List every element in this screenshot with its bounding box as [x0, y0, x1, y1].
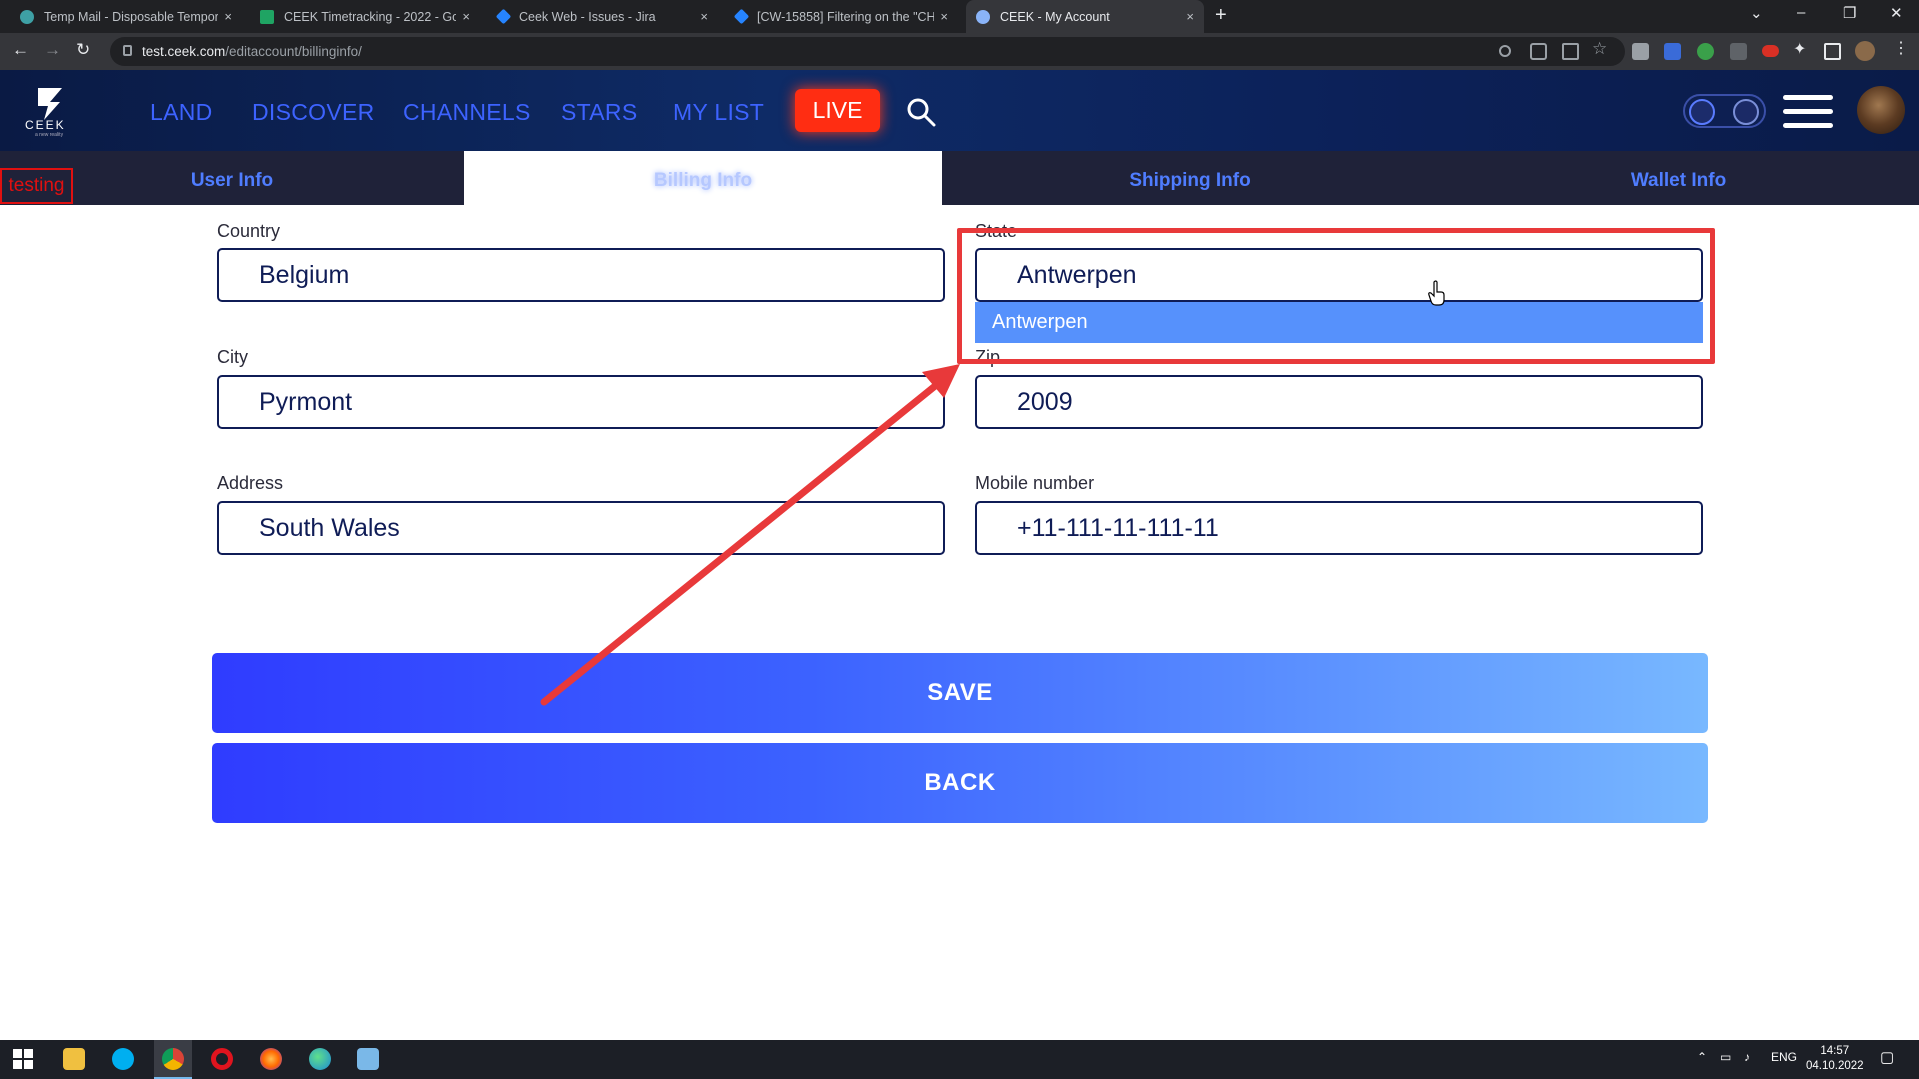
nav-stars[interactable]: STARS — [561, 99, 637, 126]
side-panel-icon[interactable] — [1824, 43, 1841, 60]
network-icon[interactable]: ▭ — [1720, 1050, 1731, 1064]
search-icon[interactable] — [906, 97, 936, 127]
browser-tab-title: CEEK - My Account — [1000, 9, 1110, 24]
puzzle-extensions-icon[interactable]: ✦ — [1793, 39, 1810, 58]
windows-taskbar: ⌃ ▭ ♪ ENG 14:57 04.10.2022 ▢ — [0, 1040, 1919, 1079]
browser-tab-strip: Temp Mail - Disposable Tempora × CEEK Ti… — [0, 0, 1919, 33]
sheets-favicon-icon — [260, 9, 274, 24]
chrome-icon[interactable] — [162, 1048, 184, 1070]
screen-extension-icon[interactable] — [1730, 43, 1747, 60]
theme-toggle[interactable] — [1683, 94, 1766, 128]
key-icon[interactable] — [1499, 45, 1511, 57]
edge-icon[interactable] — [309, 1048, 331, 1070]
browser-tab[interactable]: Ceek Web - Issues - Jira × — [488, 0, 718, 33]
bookmark-star-icon[interactable]: ☆ — [1592, 39, 1609, 58]
profile-avatar-icon[interactable] — [1855, 41, 1875, 61]
site-header: CEEK a new reality LAND DISCOVER CHANNEL… — [0, 70, 1919, 151]
browser-tab-active[interactable]: CEEK - My Account × — [966, 0, 1204, 33]
nav-land[interactable]: LAND — [150, 99, 213, 126]
close-window-icon[interactable]: ✕ — [1890, 4, 1903, 22]
hand-cursor-icon — [1428, 280, 1445, 306]
jira-favicon-icon — [733, 8, 750, 25]
zip-field[interactable]: 2009 — [975, 375, 1703, 429]
lock-icon — [123, 45, 132, 56]
new-tab-button[interactable]: + — [1215, 4, 1227, 27]
country-select[interactable]: Belgium — [217, 248, 945, 302]
firefox-icon[interactable] — [260, 1048, 282, 1070]
file-explorer-icon[interactable] — [63, 1048, 85, 1070]
app-icon[interactable] — [357, 1048, 379, 1070]
nav-discover[interactable]: DISCOVER — [252, 99, 375, 126]
restore-icon[interactable]: ❐ — [1843, 4, 1856, 22]
logo-tagline: a new reality — [35, 132, 64, 138]
browser-tab-title: [CW-15858] Filtering on the "CH — [757, 9, 935, 24]
system-clock[interactable]: 14:57 04.10.2022 — [1806, 1044, 1864, 1074]
user-avatar[interactable] — [1857, 86, 1905, 134]
address-bar[interactable]: test.ceek.com/editaccount/billinginfo/ — [110, 37, 1625, 66]
browser-tab-title: Ceek Web - Issues - Jira — [519, 9, 656, 24]
share-icon[interactable] — [1562, 43, 1579, 60]
nav-my-list[interactable]: MY LIST — [673, 99, 764, 126]
forward-arrow-icon[interactable]: → — [44, 40, 61, 60]
browser-tab-title: CEEK Timetracking - 2022 - Goo — [284, 9, 457, 24]
browser-tab[interactable]: [CW-15858] Filtering on the "CH × — [726, 0, 958, 33]
save-button[interactable]: SAVE — [212, 653, 1708, 733]
nav-channels[interactable]: CHANNELS — [403, 99, 531, 126]
tab-wallet-info[interactable]: Wallet Info — [1438, 151, 1919, 205]
url-host: test.ceek.com — [142, 44, 226, 59]
back-button[interactable]: BACK — [212, 743, 1708, 823]
reload-icon[interactable]: ↻ — [76, 40, 90, 60]
camera-extension-icon[interactable] — [1632, 43, 1649, 60]
jira-favicon-icon — [495, 8, 512, 25]
url-path: /editaccount/billinginfo/ — [225, 44, 362, 59]
browser-tab[interactable]: CEEK Timetracking - 2022 - Goo × — [250, 0, 480, 33]
ceek-favicon-icon — [976, 9, 990, 24]
windows-start-icon[interactable] — [12, 1048, 34, 1070]
tab-billing-info[interactable]: Billing Info — [464, 151, 942, 205]
browser-toolbar: ← → ↻ test.ceek.com/editaccount/billingi… — [0, 33, 1919, 70]
address-field[interactable]: South Wales — [217, 501, 945, 555]
mobile-number-label: Mobile number — [975, 473, 1095, 493]
live-button[interactable]: LIVE — [795, 89, 880, 132]
globe-extension-icon[interactable] — [1697, 43, 1714, 60]
url-text: test.ceek.com/editaccount/billinginfo/ — [142, 44, 362, 59]
city-field[interactable]: Pyrmont — [217, 375, 945, 429]
country-label: Country — [217, 221, 281, 241]
tray-chevron-icon[interactable]: ⌃ — [1697, 1050, 1707, 1064]
minimize-icon[interactable]: – — [1797, 4, 1805, 21]
browser-tab[interactable]: Temp Mail - Disposable Tempora × — [10, 0, 242, 33]
back-arrow-icon[interactable]: ← — [12, 40, 29, 60]
close-tab-icon[interactable]: × — [1186, 9, 1194, 24]
shield-extension-icon[interactable] — [1664, 43, 1681, 60]
volume-muted-icon[interactable]: ♪ — [1744, 1050, 1750, 1064]
annotation-highlight-box — [957, 228, 1715, 364]
record-extension-icon[interactable] — [1762, 45, 1779, 57]
testing-badge: testing — [0, 168, 73, 204]
tab-shipping-info[interactable]: Shipping Info — [942, 151, 1438, 205]
skype-icon[interactable] — [112, 1048, 134, 1070]
logo-text: CEEK — [25, 118, 66, 132]
close-tab-icon[interactable]: × — [940, 9, 948, 24]
tempmail-favicon-icon — [20, 9, 34, 24]
close-tab-icon[interactable]: × — [700, 9, 708, 24]
sun-icon — [1689, 99, 1715, 125]
translate-icon[interactable] — [1530, 43, 1547, 60]
close-tab-icon[interactable]: × — [224, 9, 232, 24]
chrome-menu-icon[interactable]: ⋮ — [1893, 38, 1910, 57]
clock-time: 14:57 — [1820, 1045, 1850, 1057]
city-label: City — [217, 347, 248, 367]
clock-date: 04.10.2022 — [1806, 1060, 1864, 1072]
address-label: Address — [217, 473, 284, 493]
mobile-number-field[interactable]: +11-111-11-111-11 — [975, 501, 1703, 555]
moon-icon — [1733, 99, 1759, 125]
opera-icon[interactable] — [211, 1048, 233, 1070]
browser-tab-title: Temp Mail - Disposable Tempora — [44, 9, 219, 24]
notifications-icon[interactable]: ▢ — [1880, 1048, 1894, 1066]
tab-search-icon[interactable]: ⌄ — [1750, 4, 1763, 22]
language-indicator[interactable]: ENG — [1771, 1050, 1797, 1064]
close-tab-icon[interactable]: × — [462, 9, 470, 24]
account-tabs: User Info Billing Info Shipping Info Wal… — [0, 151, 1919, 205]
hamburger-menu-icon[interactable] — [1783, 95, 1833, 129]
